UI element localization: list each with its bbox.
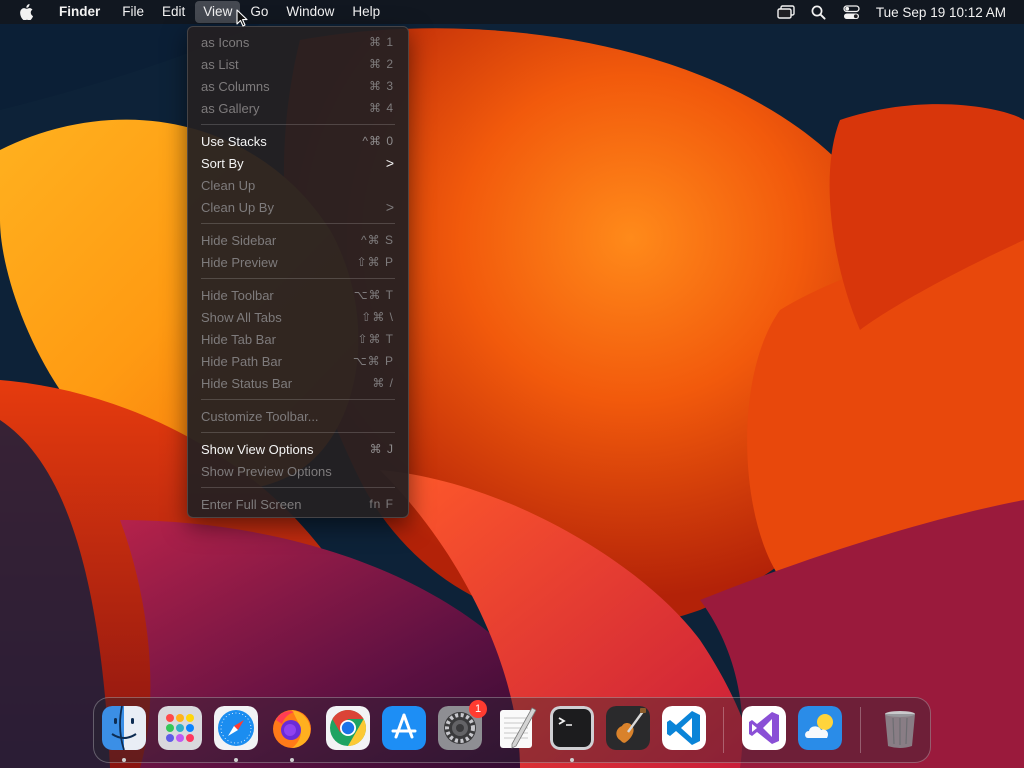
menu-separator (201, 487, 395, 488)
menu-item-label: Show View Options (201, 441, 314, 457)
menu-item-label: Show Preview Options (201, 463, 332, 479)
desktop-wallpaper (0, 0, 1024, 768)
menu-item-hide-path-bar[interactable]: Hide Path Bar ⌥⌘ P (188, 350, 408, 372)
menu-item-hide-toolbar[interactable]: Hide Toolbar ⌥⌘ T (188, 284, 408, 306)
mouse-cursor-icon (236, 9, 248, 27)
menu-item-label: Sort By (201, 155, 244, 171)
menu-item-label: Use Stacks (201, 133, 267, 149)
launchpad-icon[interactable] (158, 706, 202, 750)
menu-help[interactable]: Help (344, 1, 388, 23)
screen-mirroring-icon[interactable] (777, 4, 795, 20)
firefox-icon[interactable] (270, 706, 314, 750)
menu-item-label: Show All Tabs (201, 309, 282, 325)
menu-separator (201, 124, 395, 125)
shortcut-label: ^⌘ S (361, 233, 394, 247)
menu-separator (201, 223, 395, 224)
garageband-icon[interactable] (606, 706, 650, 750)
menu-item-as-columns[interactable]: as Columns ⌘ 3 (188, 75, 408, 97)
menu-item-clean-up[interactable]: Clean Up (188, 174, 408, 196)
notification-badge: 1 (469, 700, 487, 718)
visual-studio-icon[interactable] (742, 706, 786, 750)
menu-item-clean-up-by[interactable]: Clean Up By > (188, 196, 408, 218)
shortcut-label: ⌘ 4 (368, 101, 394, 115)
textedit-icon[interactable] (494, 706, 538, 750)
menu-item-show-all-tabs[interactable]: Show All Tabs ⇧⌘ \ (188, 306, 408, 328)
menu-bar-clock[interactable]: Tue Sep 19 10:12 AM (876, 5, 1006, 20)
menu-item-enter-full-screen[interactable]: Enter Full Screen fn F (188, 493, 408, 515)
menu-item-show-preview-options[interactable]: Show Preview Options (188, 460, 408, 482)
menu-bar: Finder File Edit View Go Window Help Tue… (0, 0, 1024, 24)
menu-item-label: Customize Toolbar... (201, 408, 319, 424)
apple-icon[interactable] (19, 4, 35, 20)
vscode-icon[interactable] (662, 706, 706, 750)
control-center-icon[interactable] (843, 4, 861, 20)
menu-separator (201, 278, 395, 279)
menu-item-hide-sidebar[interactable]: Hide Sidebar ^⌘ S (188, 229, 408, 251)
shortcut-label: ^⌘ 0 (362, 134, 394, 148)
menu-item-as-icons[interactable]: as Icons ⌘ 1 (188, 31, 408, 53)
menu-separator (201, 399, 395, 400)
chrome-icon[interactable] (326, 706, 370, 750)
shortcut-label: ⌘ J (369, 442, 394, 456)
chevron-right-icon: > (385, 199, 394, 215)
shortcut-label: ⇧⌘ T (357, 332, 394, 346)
search-icon[interactable] (810, 4, 828, 20)
menu-item-label: Hide Preview (201, 254, 278, 270)
menu-item-hide-tab-bar[interactable]: Hide Tab Bar ⇧⌘ T (188, 328, 408, 350)
view-menu-dropdown: as Icons ⌘ 1 as List ⌘ 2 as Columns ⌘ 3 as … (187, 26, 409, 518)
shortcut-label: ⌘ 3 (368, 79, 394, 93)
menu-separator (201, 432, 395, 433)
shortcut-label: ⇧⌘ P (356, 255, 394, 269)
menu-item-use-stacks[interactable]: Use Stacks ^⌘ 0 (188, 130, 408, 152)
menu-item-label: Hide Status Bar (201, 375, 293, 391)
shortcut-label: ⌘ 1 (368, 35, 394, 49)
trash-icon[interactable] (878, 706, 922, 750)
menu-item-label: as Gallery (201, 100, 260, 116)
finder-icon[interactable] (102, 706, 146, 750)
menu-app-finder[interactable]: Finder (51, 1, 108, 23)
menu-item-label: Hide Sidebar (201, 232, 277, 248)
menu-item-label: Hide Tab Bar (201, 331, 276, 347)
shortcut-label: ⌘ 2 (368, 57, 394, 71)
menu-file[interactable]: File (114, 1, 152, 23)
menu-item-customize-toolbar[interactable]: Customize Toolbar... (188, 405, 408, 427)
chevron-right-icon: > (385, 155, 394, 171)
menu-item-label: as Columns (201, 78, 270, 94)
menu-item-as-gallery[interactable]: as Gallery ⌘ 4 (188, 97, 408, 119)
dock: 1 (93, 697, 931, 763)
app-store-icon[interactable] (382, 706, 426, 750)
running-indicator (570, 758, 574, 762)
menu-edit[interactable]: Edit (154, 1, 193, 23)
menu-item-label: Clean Up By (201, 199, 274, 215)
menu-item-hide-status-bar[interactable]: Hide Status Bar ⌘ / (188, 372, 408, 394)
menu-item-label: Hide Path Bar (201, 353, 282, 369)
menu-item-show-view-options[interactable]: Show View Options ⌘ J (188, 438, 408, 460)
shortcut-label: ⌥⌘ P (352, 354, 394, 368)
menu-item-label: as Icons (201, 34, 250, 50)
menu-item-sort-by[interactable]: Sort By > (188, 152, 408, 174)
running-indicator (122, 758, 126, 762)
shortcut-label: fn F (369, 497, 394, 511)
shortcut-label: ⌘ / (372, 376, 394, 390)
shortcut-label: ⌥⌘ T (353, 288, 394, 302)
menu-item-as-list[interactable]: as List ⌘ 2 (188, 53, 408, 75)
shortcut-label: ⇧⌘ \ (361, 310, 394, 324)
menu-item-label: Hide Toolbar (201, 287, 274, 303)
weather-icon[interactable] (798, 706, 842, 750)
menu-item-label: Enter Full Screen (201, 496, 302, 512)
menu-item-label: as List (201, 56, 239, 72)
running-indicator (290, 758, 294, 762)
running-indicator (234, 758, 238, 762)
menu-item-label: Clean Up (201, 177, 256, 193)
menu-window[interactable]: Window (278, 1, 342, 23)
dock-separator (723, 707, 724, 753)
safari-icon[interactable] (214, 706, 258, 750)
terminal-icon[interactable] (550, 706, 594, 750)
menu-item-hide-preview[interactable]: Hide Preview ⇧⌘ P (188, 251, 408, 273)
dock-separator (860, 707, 861, 753)
menu-view[interactable]: View (195, 1, 241, 23)
